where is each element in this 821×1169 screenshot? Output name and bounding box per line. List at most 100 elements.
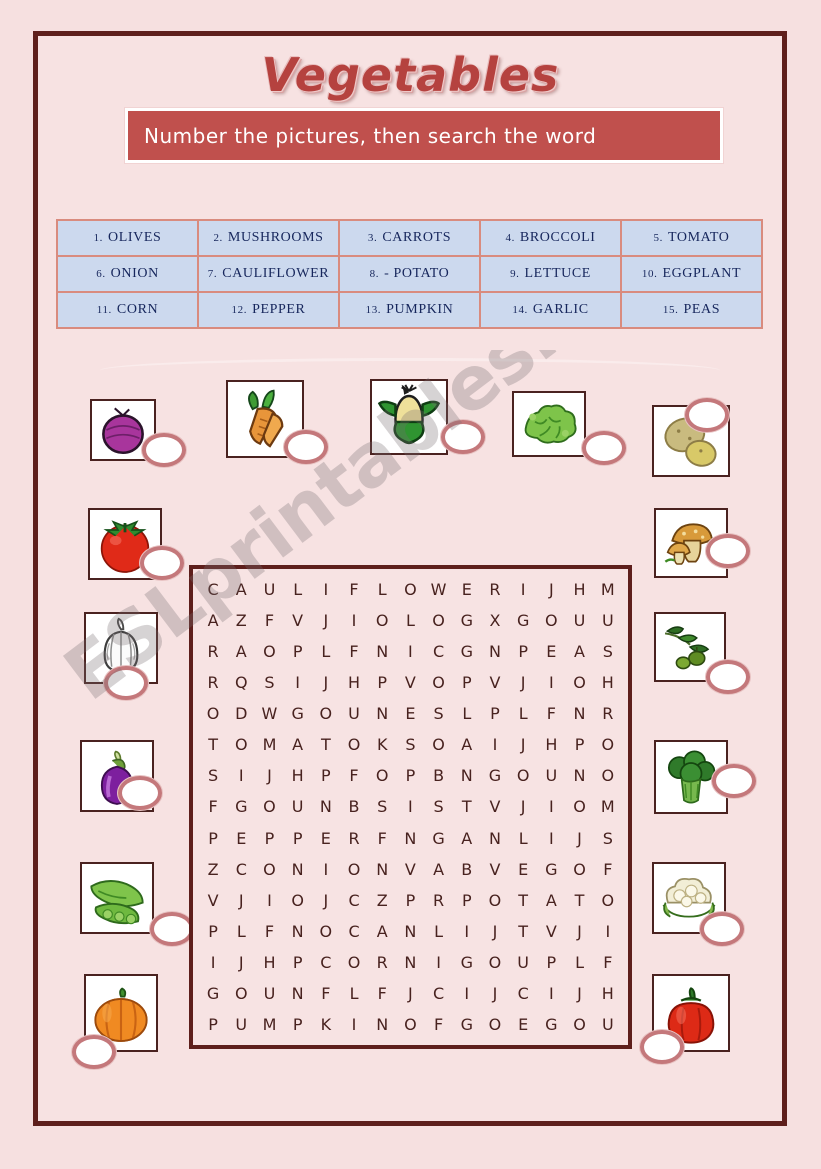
- grid-letter[interactable]: I: [481, 729, 509, 760]
- grid-letter[interactable]: J: [227, 947, 255, 978]
- grid-letter[interactable]: O: [255, 791, 283, 822]
- grid-letter[interactable]: O: [340, 854, 368, 885]
- grid-letter[interactable]: N: [284, 916, 312, 947]
- grid-letter[interactable]: L: [368, 574, 396, 605]
- peas-answer-oval[interactable]: [150, 912, 194, 946]
- grid-letter[interactable]: B: [453, 854, 481, 885]
- garlic-answer-oval[interactable]: [104, 666, 148, 700]
- grid-letter[interactable]: C: [227, 854, 255, 885]
- grid-letter[interactable]: S: [368, 791, 396, 822]
- grid-letter[interactable]: N: [284, 854, 312, 885]
- grid-letter[interactable]: O: [284, 885, 312, 916]
- grid-letter[interactable]: E: [509, 854, 537, 885]
- grid-letter[interactable]: U: [340, 698, 368, 729]
- pumpkin-answer-oval[interactable]: [72, 1035, 116, 1069]
- grid-letter[interactable]: C: [425, 636, 453, 667]
- grid-letter[interactable]: N: [284, 978, 312, 1009]
- grid-letter[interactable]: F: [340, 636, 368, 667]
- grid-letter[interactable]: N: [368, 854, 396, 885]
- corn-answer-oval[interactable]: [441, 420, 485, 454]
- grid-letter[interactable]: T: [509, 885, 537, 916]
- word-cell[interactable]: 4. BROCCOLI: [479, 219, 622, 257]
- grid-letter[interactable]: A: [199, 605, 227, 636]
- grid-letter[interactable]: I: [537, 978, 565, 1009]
- grid-letter[interactable]: G: [199, 978, 227, 1009]
- grid-letter[interactable]: O: [594, 760, 622, 791]
- grid-letter[interactable]: O: [340, 947, 368, 978]
- grid-letter[interactable]: J: [481, 978, 509, 1009]
- grid-letter[interactable]: I: [396, 791, 424, 822]
- word-cell[interactable]: 1. OLIVES: [56, 219, 199, 257]
- grid-letter[interactable]: I: [537, 823, 565, 854]
- grid-letter[interactable]: T: [453, 791, 481, 822]
- grid-letter[interactable]: O: [481, 947, 509, 978]
- grid-letter[interactable]: A: [565, 636, 593, 667]
- grid-letter[interactable]: J: [509, 667, 537, 698]
- grid-letter[interactable]: G: [537, 854, 565, 885]
- grid-letter[interactable]: P: [312, 760, 340, 791]
- grid-letter[interactable]: A: [284, 729, 312, 760]
- grid-letter[interactable]: O: [312, 916, 340, 947]
- grid-letter[interactable]: R: [425, 885, 453, 916]
- grid-letter[interactable]: G: [537, 1009, 565, 1040]
- grid-letter[interactable]: K: [368, 729, 396, 760]
- word-cell[interactable]: 12. PEPPER: [197, 291, 340, 329]
- grid-letter[interactable]: J: [537, 574, 565, 605]
- grid-letter[interactable]: L: [425, 916, 453, 947]
- word-cell[interactable]: 6. ONION: [56, 255, 199, 293]
- word-cell[interactable]: 5. TOMATO: [620, 219, 763, 257]
- grid-letter[interactable]: I: [453, 916, 481, 947]
- grid-letter[interactable]: E: [453, 574, 481, 605]
- grid-letter[interactable]: L: [227, 916, 255, 947]
- grid-letter[interactable]: I: [312, 574, 340, 605]
- olives-answer-oval[interactable]: [706, 660, 750, 694]
- grid-letter[interactable]: I: [537, 791, 565, 822]
- lettuce-answer-oval[interactable]: [582, 431, 626, 465]
- grid-letter[interactable]: J: [312, 885, 340, 916]
- grid-letter[interactable]: O: [340, 729, 368, 760]
- cauliflower-answer-oval[interactable]: [700, 912, 744, 946]
- grid-letter[interactable]: J: [227, 885, 255, 916]
- grid-letter[interactable]: G: [453, 605, 481, 636]
- grid-letter[interactable]: N: [481, 636, 509, 667]
- grid-letter[interactable]: L: [340, 978, 368, 1009]
- grid-letter[interactable]: I: [453, 978, 481, 1009]
- grid-letter[interactable]: F: [594, 854, 622, 885]
- grid-letter[interactable]: G: [481, 760, 509, 791]
- grid-letter[interactable]: E: [509, 1009, 537, 1040]
- grid-letter[interactable]: O: [565, 854, 593, 885]
- grid-letter[interactable]: E: [227, 823, 255, 854]
- grid-letter[interactable]: J: [565, 916, 593, 947]
- grid-letter[interactable]: P: [509, 636, 537, 667]
- grid-letter[interactable]: E: [312, 823, 340, 854]
- grid-letter[interactable]: P: [284, 823, 312, 854]
- grid-letter[interactable]: O: [255, 854, 283, 885]
- word-cell[interactable]: 3. CARROTS: [338, 219, 481, 257]
- grid-letter[interactable]: F: [312, 978, 340, 1009]
- grid-letter[interactable]: I: [594, 916, 622, 947]
- grid-letter[interactable]: I: [340, 1009, 368, 1040]
- grid-letter[interactable]: T: [312, 729, 340, 760]
- grid-letter[interactable]: L: [509, 823, 537, 854]
- grid-letter[interactable]: T: [509, 916, 537, 947]
- grid-letter[interactable]: O: [481, 1009, 509, 1040]
- grid-letter[interactable]: O: [368, 605, 396, 636]
- grid-letter[interactable]: C: [340, 885, 368, 916]
- grid-letter[interactable]: P: [284, 1009, 312, 1040]
- grid-letter[interactable]: J: [481, 916, 509, 947]
- grid-letter[interactable]: R: [199, 667, 227, 698]
- grid-letter[interactable]: I: [284, 667, 312, 698]
- grid-letter[interactable]: H: [594, 978, 622, 1009]
- grid-letter[interactable]: N: [565, 698, 593, 729]
- grid-letter[interactable]: O: [255, 636, 283, 667]
- grid-letter[interactable]: P: [284, 636, 312, 667]
- grid-letter[interactable]: C: [312, 947, 340, 978]
- grid-letter[interactable]: N: [368, 636, 396, 667]
- grid-letter[interactable]: L: [396, 605, 424, 636]
- grid-letter[interactable]: N: [312, 791, 340, 822]
- grid-letter[interactable]: E: [537, 636, 565, 667]
- grid-letter[interactable]: H: [255, 947, 283, 978]
- grid-letter[interactable]: A: [537, 885, 565, 916]
- grid-letter[interactable]: P: [537, 947, 565, 978]
- potato-answer-oval[interactable]: [685, 398, 729, 432]
